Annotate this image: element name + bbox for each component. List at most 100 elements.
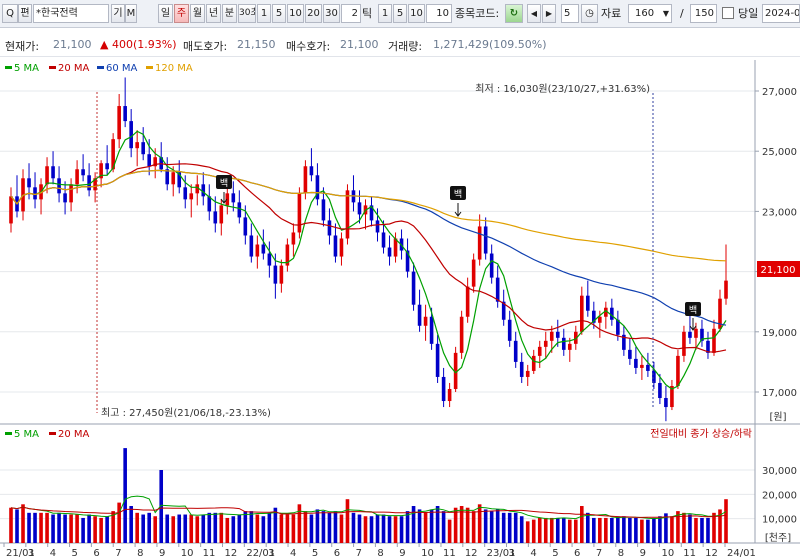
ask-value: 21,150 bbox=[237, 38, 276, 51]
time-tick-label: 8 bbox=[137, 548, 143, 559]
candle-body bbox=[297, 193, 302, 233]
data-count-select[interactable]: 160 ▼ bbox=[628, 4, 672, 23]
event-marker-3[interactable]: 백 bbox=[685, 302, 701, 331]
period-week-button[interactable]: 주 bbox=[174, 4, 189, 23]
minute-30-button[interactable]: 30 bbox=[323, 4, 340, 23]
volume-bar bbox=[99, 517, 103, 543]
candle-body bbox=[231, 193, 236, 203]
bid-label: 매수호가: bbox=[286, 40, 331, 53]
candle-body bbox=[291, 232, 296, 245]
minute-20-button[interactable]: 20 bbox=[305, 4, 322, 23]
tick-1-button[interactable]: 1 bbox=[378, 4, 392, 23]
volume-bar bbox=[537, 517, 542, 543]
volume-bar bbox=[513, 512, 518, 543]
today-checkbox[interactable] bbox=[722, 7, 734, 19]
volume-bar bbox=[171, 516, 176, 543]
price-info-bar: 현재가: 21,100 ▲ 400(1.93%) 매도호가: 21,150 매수… bbox=[0, 29, 800, 57]
candle-body bbox=[447, 388, 452, 402]
volume-bar bbox=[706, 517, 710, 543]
candle-body bbox=[243, 217, 248, 236]
minute-5-button[interactable]: 5 bbox=[272, 4, 286, 23]
period-day-button[interactable]: 일 bbox=[158, 4, 173, 23]
volume-bar bbox=[177, 514, 182, 543]
volume-bar bbox=[598, 517, 602, 543]
volume-bar bbox=[393, 516, 398, 543]
volume-tick-label: 20,000 bbox=[762, 490, 797, 501]
seconds-button[interactable]: 30초 bbox=[238, 4, 256, 23]
volume-bar bbox=[225, 517, 230, 543]
volume-bar bbox=[321, 511, 326, 543]
time-tick-label: 10 bbox=[421, 548, 434, 559]
volume-bar bbox=[45, 512, 49, 543]
high-annotation: 최고 : 27,450원(21/06/18,-23.13%) bbox=[101, 407, 271, 419]
volume-bar bbox=[219, 512, 224, 543]
vol-legend-ma5: 5 MA bbox=[14, 429, 39, 440]
tick-5-button[interactable]: 5 bbox=[393, 4, 407, 23]
tick-count-input[interactable]: 10 bbox=[426, 4, 452, 23]
price-tick-label: 19,000 bbox=[762, 328, 797, 339]
tick-10-button[interactable]: 10 bbox=[408, 4, 425, 23]
period-month-button[interactable]: 월 bbox=[190, 4, 205, 23]
stock-name-field[interactable]: *한국전력 bbox=[33, 4, 109, 23]
stock-chart[interactable]: 5 MA 20 MA 60 MA 120 MA 5 MA 20 MA 전일대비 … bbox=[0, 57, 800, 560]
candle-body bbox=[543, 340, 548, 347]
candle-body bbox=[634, 358, 638, 368]
volume-bar bbox=[33, 512, 37, 543]
chevron-down-icon[interactable]: ▼ bbox=[663, 5, 669, 22]
candle-body bbox=[213, 211, 218, 224]
candle-body bbox=[261, 244, 266, 254]
volume-bar bbox=[435, 506, 440, 543]
event-marker-3-label: 백 bbox=[689, 305, 697, 316]
time-tick-label: 3 bbox=[268, 548, 274, 559]
time-tick-label: 12 bbox=[465, 548, 478, 559]
data-label: 자료 bbox=[601, 7, 622, 20]
candle-body bbox=[411, 271, 416, 305]
candle-body bbox=[147, 154, 151, 167]
volume-bar bbox=[700, 517, 704, 543]
count-input[interactable]: 5 bbox=[561, 4, 579, 23]
volume-bar bbox=[183, 514, 188, 543]
prev-arrow-icon[interactable]: ◀ bbox=[527, 4, 541, 23]
minute-button[interactable]: 분 bbox=[222, 4, 237, 23]
price-axis: 27,00025,00023,00021,00019,00017,000 bbox=[755, 87, 797, 399]
volume-bar bbox=[579, 506, 584, 543]
total-count-field[interactable]: 150 bbox=[690, 4, 717, 23]
edit-button[interactable]: 편 bbox=[18, 4, 32, 23]
volume-bar bbox=[453, 507, 458, 543]
period-year-button[interactable]: 년 bbox=[206, 4, 221, 23]
volume-bar bbox=[207, 512, 212, 543]
tab-m[interactable]: M bbox=[125, 4, 137, 23]
volume-bar bbox=[51, 514, 55, 543]
volume-bar bbox=[507, 512, 512, 543]
candle-body bbox=[375, 220, 380, 233]
next-arrow-icon[interactable]: ▶ bbox=[542, 4, 556, 23]
refresh-icon[interactable]: ↻ bbox=[505, 4, 523, 23]
volume-bar bbox=[447, 519, 452, 543]
price-tick-label: 27,000 bbox=[762, 87, 797, 98]
minute-1-button[interactable]: 1 bbox=[257, 4, 271, 23]
volume-bar bbox=[567, 519, 572, 543]
minute-10-button[interactable]: 10 bbox=[287, 4, 304, 23]
candle-body bbox=[273, 265, 278, 284]
event-marker-1[interactable]: 백 bbox=[216, 175, 232, 204]
time-tick-label: 3 bbox=[28, 548, 34, 559]
volume-bar bbox=[39, 512, 43, 543]
legend-ma20: 20 MA bbox=[58, 63, 90, 74]
volume-bar bbox=[555, 517, 560, 543]
price-tick-label: 23,000 bbox=[762, 207, 797, 218]
candle-body bbox=[345, 190, 350, 239]
ma5-swatch bbox=[5, 66, 12, 69]
candle-body bbox=[579, 295, 584, 332]
candle-body bbox=[27, 178, 31, 188]
date-input[interactable]: 2024-0 bbox=[762, 4, 800, 23]
volume-value: 1,271,429(109.50%) bbox=[433, 38, 547, 51]
clock-icon[interactable]: ◷ bbox=[581, 4, 598, 23]
candle-body bbox=[327, 220, 332, 236]
time-tick-label: 4 bbox=[50, 548, 56, 559]
tab-gi[interactable]: 기 bbox=[111, 4, 125, 23]
volume-bar bbox=[69, 514, 73, 543]
volume-bar bbox=[658, 516, 662, 543]
volume-bar bbox=[363, 516, 368, 543]
tick-input[interactable]: 2 bbox=[341, 4, 361, 23]
search-button[interactable]: Q bbox=[2, 4, 18, 23]
